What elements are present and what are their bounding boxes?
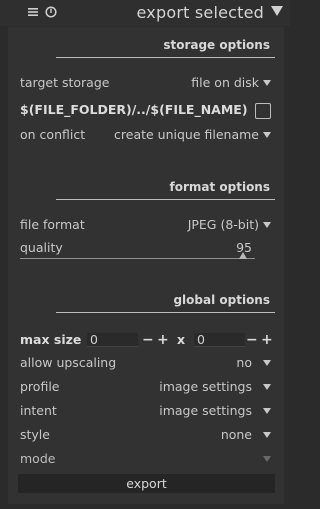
max-width-increase-button[interactable]: + <box>157 333 169 347</box>
max-height-increase-button[interactable]: + <box>261 333 273 347</box>
intent-value[interactable]: image settings <box>159 403 252 418</box>
format-section-divider <box>56 199 275 200</box>
target-storage-label: target storage <box>20 75 110 90</box>
profile-value[interactable]: image settings <box>159 379 252 394</box>
global-section-divider <box>56 312 275 313</box>
module-title[interactable]: export selected <box>137 3 264 22</box>
reset-icon[interactable] <box>45 6 57 18</box>
max-size-separator: x <box>177 332 186 347</box>
profile-label: profile <box>20 379 60 394</box>
allow-upscaling-label: allow upscaling <box>20 355 117 370</box>
max-size-label: max size <box>20 332 82 347</box>
target-storage-dropdown-icon[interactable] <box>263 80 271 86</box>
style-label: style <box>20 427 50 442</box>
allow-upscaling-value[interactable]: no <box>236 355 252 370</box>
collapse-arrow-icon[interactable] <box>271 6 283 16</box>
presets-menu-icon[interactable] <box>28 7 38 17</box>
max-width-input[interactable]: 0 <box>87 333 138 347</box>
intent-dropdown-icon[interactable] <box>263 408 271 414</box>
quality-slider[interactable] <box>20 258 255 259</box>
profile-dropdown-icon[interactable] <box>263 384 271 390</box>
global-section-title: global options <box>173 293 270 307</box>
on-conflict-value[interactable]: create unique filename <box>114 127 259 142</box>
on-conflict-label: on conflict <box>20 127 86 142</box>
folder-browse-icon[interactable] <box>255 103 271 119</box>
storage-section-title: storage options <box>163 38 270 52</box>
module-header: export selected <box>0 0 290 26</box>
mode-label: mode <box>20 451 56 466</box>
target-storage-value[interactable]: file on disk <box>191 75 259 90</box>
style-value[interactable]: none <box>221 427 252 442</box>
export-button[interactable]: export <box>18 474 275 493</box>
on-conflict-dropdown-icon[interactable] <box>263 132 271 138</box>
file-format-value[interactable]: JPEG (8-bit) <box>188 217 259 232</box>
intent-label: intent <box>20 403 57 418</box>
max-width-decrease-button[interactable]: − <box>142 333 154 347</box>
quality-label: quality <box>20 240 63 255</box>
path-entry[interactable]: $(FILE_FOLDER)/../$(FILE_NAME) <box>20 102 248 117</box>
allow-upscaling-dropdown-icon[interactable] <box>263 360 271 366</box>
format-section-title: format options <box>169 180 270 194</box>
mode-dropdown-icon[interactable] <box>263 456 271 462</box>
max-height-input[interactable]: 0 <box>194 333 245 347</box>
max-height-decrease-button[interactable]: − <box>246 333 258 347</box>
file-format-dropdown-icon[interactable] <box>263 222 271 228</box>
header-icons <box>28 6 57 18</box>
style-dropdown-icon[interactable] <box>263 432 271 438</box>
quality-slider-handle[interactable] <box>239 252 248 259</box>
file-format-label: file format <box>20 217 85 232</box>
storage-section-divider <box>56 57 275 58</box>
